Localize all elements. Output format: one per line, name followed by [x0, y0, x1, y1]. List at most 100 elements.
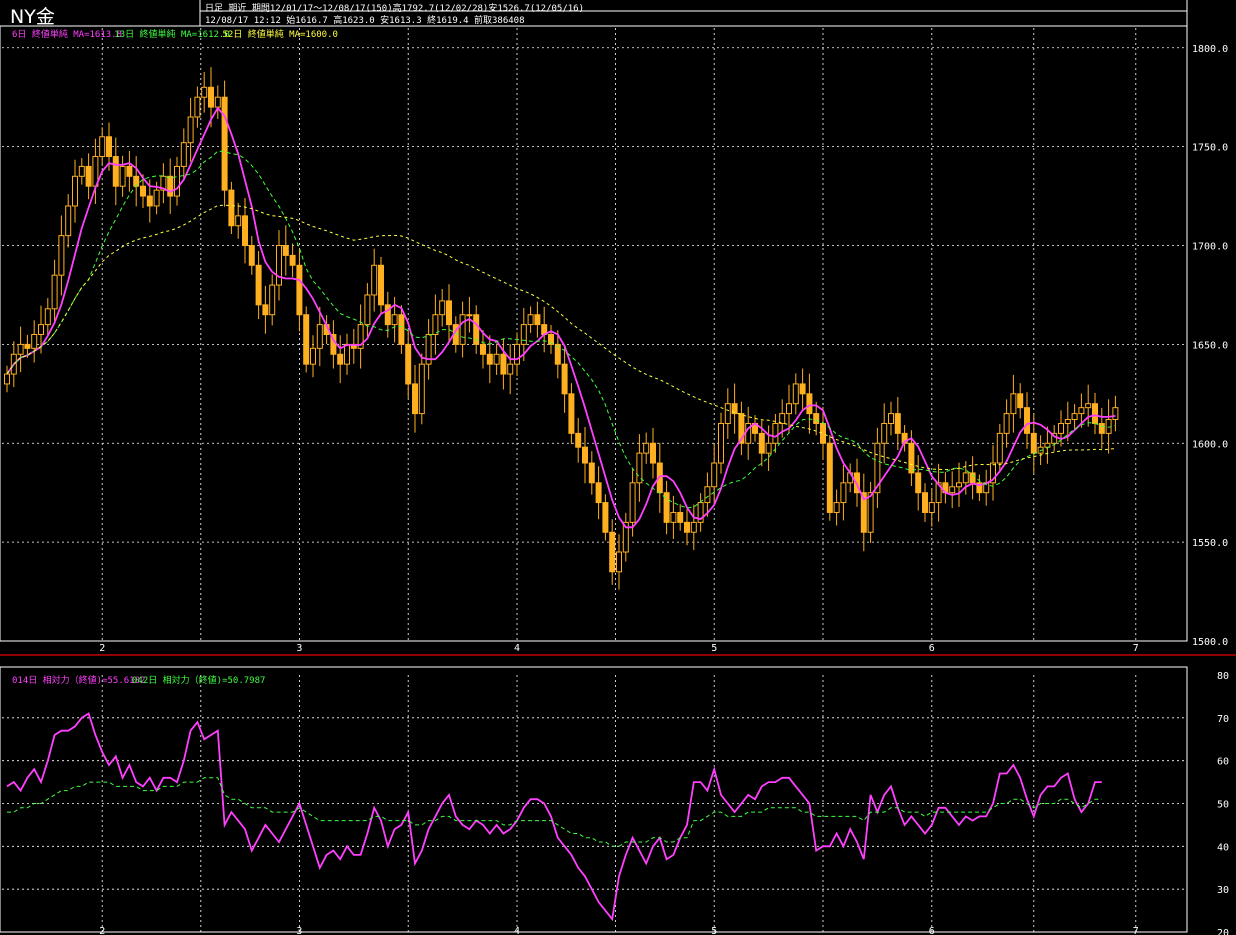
candle-down — [296, 264, 303, 316]
candle-down — [221, 96, 228, 191]
candle-up — [58, 235, 65, 276]
candle-down — [1098, 422, 1105, 434]
candle-down — [167, 175, 174, 197]
candle-up — [996, 432, 1003, 464]
candle-up — [1085, 403, 1092, 409]
candle-down — [480, 343, 486, 355]
rsi-y-tick-label: 70 — [1217, 714, 1229, 725]
candle-up — [276, 245, 282, 286]
candle-down — [303, 314, 310, 365]
candle-up — [235, 215, 242, 227]
candle-up — [1003, 413, 1010, 434]
candle-down — [106, 136, 112, 158]
candle-down — [262, 304, 269, 316]
moving-averages — [6, 106, 1116, 529]
rsi-y-tick-label: 40 — [1217, 842, 1229, 853]
y-tick-label: 1550.0 — [1192, 538, 1228, 549]
candle-down — [85, 165, 92, 187]
candle-up — [51, 274, 58, 310]
candle-up — [17, 343, 24, 355]
candle-up — [391, 314, 398, 326]
candle-up — [180, 142, 187, 167]
candle-down — [228, 189, 235, 227]
candle-down — [140, 185, 146, 197]
candle-up — [956, 482, 962, 488]
candle-down — [582, 446, 588, 464]
rsi-y-tick-label: 20 — [1217, 928, 1229, 935]
candle-down — [806, 393, 813, 415]
candle-up — [364, 294, 371, 326]
candle-up — [786, 403, 792, 415]
candle-up — [772, 422, 779, 444]
candle-down — [486, 353, 493, 365]
ma-line-ma6 — [6, 106, 1116, 529]
candle-up — [418, 363, 425, 415]
candle-down — [561, 363, 568, 395]
candle-up — [1058, 422, 1064, 434]
candle-up — [724, 403, 731, 424]
candle-up — [867, 492, 874, 533]
candle-down — [1092, 403, 1098, 424]
candle-up — [1010, 393, 1017, 415]
candle-up — [1078, 407, 1085, 415]
candle-up — [928, 502, 935, 513]
candle-up — [201, 86, 208, 98]
candle-up — [269, 284, 276, 316]
candle-down — [813, 413, 820, 424]
rsi-y-tick-label: 80 — [1217, 671, 1229, 682]
y-tick-label: 1700.0 — [1192, 242, 1228, 253]
ma-line-ma52 — [6, 204, 1116, 471]
candle-up — [527, 314, 534, 326]
candle-down — [922, 492, 928, 513]
candle-down — [588, 462, 595, 484]
candle-up — [520, 324, 527, 345]
candle-up — [616, 551, 622, 573]
rsi-y-tick-label: 50 — [1217, 800, 1229, 811]
candle-down — [609, 531, 616, 573]
candle-up — [833, 502, 840, 513]
candle-up — [881, 422, 888, 444]
rsi-x-tick-label: 6 — [929, 926, 935, 935]
ma-line-ma13 — [6, 150, 1116, 509]
y-tick-label: 1500.0 — [1192, 637, 1228, 648]
candle-down — [602, 502, 609, 533]
rsi-x-tick-label: 2 — [99, 926, 105, 935]
candle-down — [146, 195, 153, 207]
candle-down — [133, 175, 140, 187]
candle-up — [214, 96, 221, 108]
candle-up — [4, 373, 10, 385]
candle-up — [629, 482, 636, 523]
candle-down — [758, 432, 765, 454]
candle-up — [72, 175, 78, 207]
price-chart: 1500.0 1550.0 1600.0 1650.0 1700.0 1750.0 1800… — [0, 0, 1236, 935]
candle-up — [99, 136, 106, 158]
candle-up — [371, 264, 378, 296]
candle-up — [153, 189, 160, 207]
candle-up — [949, 486, 956, 494]
x-tick-label: 6 — [929, 643, 935, 654]
candle-up — [174, 165, 180, 197]
candle-up — [187, 116, 194, 144]
candle-up — [310, 347, 316, 365]
candle-down — [398, 314, 405, 345]
candle-down — [500, 353, 507, 375]
candle-up — [1064, 419, 1071, 424]
candle-down — [412, 383, 418, 415]
candle-down — [282, 245, 289, 256]
candle-down — [1024, 407, 1030, 434]
candle-up — [514, 343, 520, 365]
candle-up — [840, 482, 847, 504]
candle-down — [405, 343, 412, 385]
rsi-x-tick-label: 7 — [1133, 926, 1139, 935]
candle-up — [432, 314, 439, 335]
candle-down — [337, 353, 344, 365]
candle-down — [24, 343, 31, 349]
candle-down — [255, 264, 262, 306]
candlesticks — [4, 67, 1119, 590]
candle-up — [1071, 413, 1078, 421]
candle-up — [1112, 407, 1119, 421]
candle-up — [765, 442, 772, 454]
y-tick-label: 1650.0 — [1192, 340, 1228, 351]
candle-down — [378, 264, 384, 306]
candle-up — [670, 511, 677, 523]
